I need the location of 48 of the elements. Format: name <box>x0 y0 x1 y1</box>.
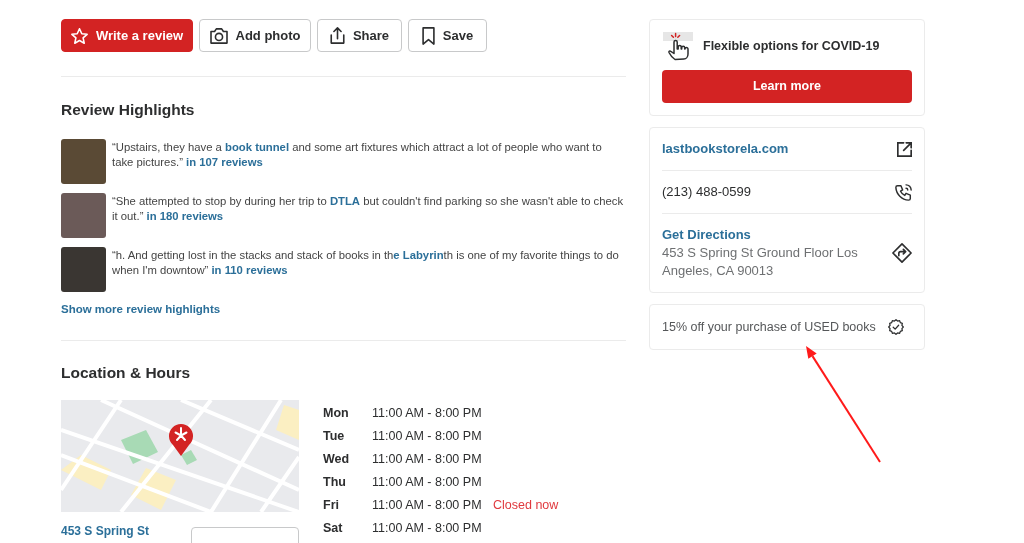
section-heading: Review Highlights <box>61 100 196 120</box>
learn-more-button[interactable]: Learn more <box>662 70 912 103</box>
photo-button[interactable]: Add photo <box>199 19 311 52</box>
day-label: Fri <box>323 497 340 515</box>
photo-placeholder[interactable] <box>61 139 106 184</box>
day-label: Tue <box>323 428 346 446</box>
verified-badge-icon <box>887 319 904 335</box>
section-heading: Location & Hours <box>61 363 192 383</box>
photo-placeholder[interactable] <box>61 193 106 238</box>
review-quote: “Upstairs, they have a book tunnel and some art fixtures which attract a lot of people who want to take pictures.” in 107 reviews <box>112 140 603 170</box>
photo-placeholder[interactable] <box>61 247 106 292</box>
hours-text: 11:00 AM - 8:00 PM <box>372 520 483 538</box>
hours-text: 11:00 AM - 8:00 PM <box>372 405 483 423</box>
review-quote: “She attempted to stop by during her trip to DTLA but couldn't find parking so she wasn't able to check it out.” in 180 reviews <box>112 194 625 224</box>
review-count-link[interactable]: in 180 reviews <box>146 210 224 222</box>
show-more-link[interactable]: Show more review highlights <box>61 301 221 317</box>
map-drawing[interactable] <box>61 400 299 512</box>
save-button[interactable]: Save <box>408 19 487 52</box>
review-quote: “h. And getting lost in the stacks and stack of books in the Labyrinth is one of my favorite things to do when I'm downtow” in 110 reviews <box>112 248 620 278</box>
day-label: Thu <box>323 474 347 492</box>
bookmark-icon <box>421 26 435 45</box>
card-title: Flexible options for COVID-19 <box>703 38 880 56</box>
star-icon <box>70 27 88 44</box>
closed-status: Closed now <box>493 497 559 515</box>
camera-icon <box>209 27 228 44</box>
phone-icon <box>895 183 912 201</box>
day-label: Mon <box>323 405 350 423</box>
review-count-link[interactable]: in 110 reviews <box>211 264 288 276</box>
day-label: Wed <box>323 451 351 469</box>
directions-icon <box>892 243 912 263</box>
external-link-icon <box>897 141 912 157</box>
address-text: 453 S Spring St Ground Floor Los Angeles, CA 90013 <box>662 244 859 280</box>
review-count-link[interactable]: in 107 reviews <box>186 156 263 168</box>
share-button[interactable]: Share <box>317 19 402 52</box>
offer-text: 15% off your purchase of USED books <box>662 319 876 336</box>
write-review-button[interactable]: Write a review <box>61 19 193 52</box>
day-label: Sat <box>323 520 344 538</box>
share-icon <box>329 27 345 44</box>
hours-text: 11:00 AM - 8:00 PM <box>372 451 483 469</box>
hours-text: 11:00 AM - 8:00 PM <box>372 474 483 492</box>
map-pin-icon <box>169 423 193 456</box>
address-link[interactable]: 453 S Spring St <box>61 524 150 538</box>
get-directions-link[interactable]: Get Directions <box>662 226 751 244</box>
phone-number: (213) 488-0599 <box>662 183 751 201</box>
hours-text: 11:00 AM - 8:00 PM <box>372 428 483 446</box>
hours-text: 11:00 AM - 8:00 PM <box>372 497 483 515</box>
website-link[interactable]: lastbookstorela.com <box>662 140 789 158</box>
hand-pointer-icon <box>663 32 693 61</box>
